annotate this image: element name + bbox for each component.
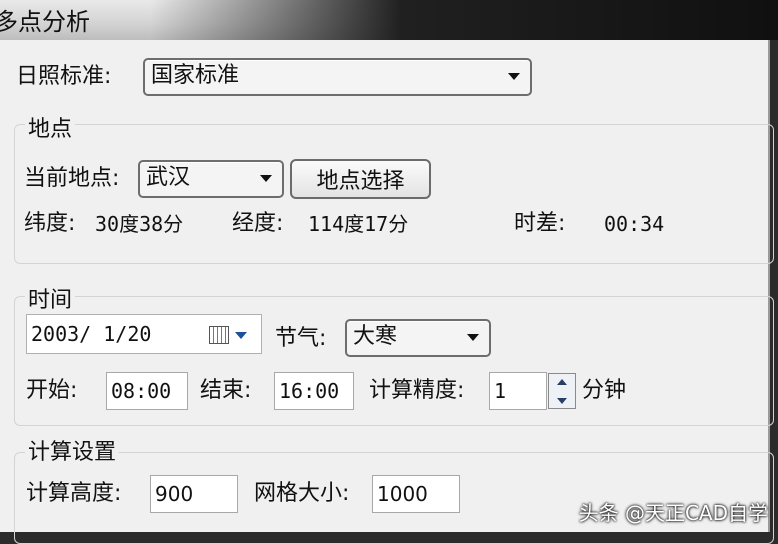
sunlight-standard-value: 国家标准 <box>151 63 240 88</box>
window-title: 多点分析 <box>0 8 90 36</box>
chevron-down-icon <box>467 334 479 341</box>
spin-up-icon[interactable] <box>557 379 567 385</box>
longitude-value: 114度17分 <box>308 212 409 236</box>
start-time-label: 开始: <box>26 378 78 403</box>
title-bar: 多点分析 <box>0 0 778 40</box>
calendar-icon[interactable] <box>209 326 229 344</box>
chevron-down-icon <box>508 73 520 80</box>
current-location-dropdown[interactable]: 武汉 <box>138 160 284 198</box>
chevron-down-icon[interactable] <box>235 332 247 339</box>
location-select-button[interactable]: 地点选择 <box>290 159 431 199</box>
time-difference-value: 00:34 <box>604 212 665 236</box>
calc-settings-group-title: 计算设置 <box>25 434 120 466</box>
end-time-input[interactable]: 16:00 <box>274 372 354 410</box>
location-group-title: 地点 <box>25 111 76 143</box>
solar-term-dropdown[interactable]: 大寒 <box>345 319 491 357</box>
date-value: 2003/ 1/20 <box>31 322 152 346</box>
solar-term-value: 大寒 <box>353 324 398 349</box>
precision-label: 计算精度: <box>369 378 465 403</box>
end-time-label: 结束: <box>200 378 252 403</box>
sunlight-standard-label: 日照标准: <box>16 64 112 89</box>
current-location-label: 当前地点: <box>24 166 120 191</box>
time-difference-label: 时差: <box>514 211 566 236</box>
date-picker[interactable]: 2003/ 1/20 <box>26 314 262 354</box>
chevron-down-icon <box>260 175 272 182</box>
longitude-label: 经度: <box>232 211 284 236</box>
sunlight-standard-dropdown[interactable]: 国家标准 <box>143 58 532 96</box>
precision-stepper[interactable] <box>548 373 576 409</box>
current-location-value: 武汉 <box>146 165 191 190</box>
grid-size-input[interactable]: 1000 <box>372 475 460 513</box>
latitude-label: 纬度: <box>24 211 76 236</box>
calc-height-input[interactable]: 900 <box>150 475 238 513</box>
grid-size-label: 网格大小: <box>254 481 350 506</box>
latitude-value: 30度38分 <box>95 212 184 236</box>
title-bar-shade <box>150 0 778 40</box>
time-group-title: 时间 <box>25 282 76 314</box>
precision-input[interactable]: 1 <box>489 372 547 410</box>
solar-term-label: 节气: <box>275 326 327 351</box>
calc-height-label: 计算高度: <box>26 481 122 506</box>
start-time-input[interactable]: 08:00 <box>106 372 188 410</box>
spin-down-icon[interactable] <box>557 398 567 404</box>
dialog-body: 日照标准: 国家标准 地点 当前地点: 武汉 地点选择 纬度: 30度38分 经… <box>0 40 774 544</box>
precision-unit-label: 分钟 <box>582 378 627 403</box>
watermark: 头条 @天正CAD自学 <box>578 501 768 525</box>
